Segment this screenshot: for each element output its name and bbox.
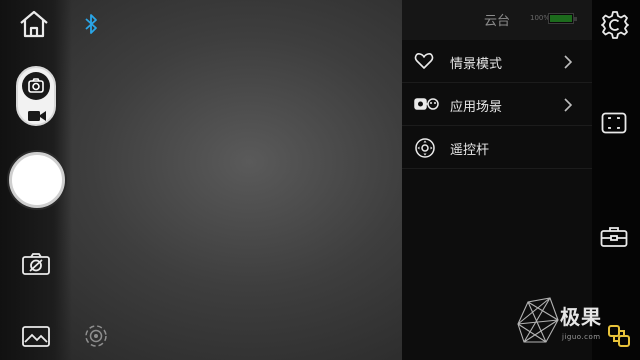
photo-mode-icon[interactable] [22, 72, 50, 100]
home-icon[interactable] [18, 10, 50, 38]
link-icon[interactable] [607, 324, 633, 348]
settings-gear-icon[interactable] [600, 10, 630, 40]
camera-gimbal-icon [414, 94, 440, 118]
battery-icon [548, 13, 577, 24]
photo-video-toggle[interactable] [16, 66, 56, 126]
video-mode-icon[interactable] [28, 107, 46, 126]
frame-icon[interactable] [601, 112, 627, 134]
gallery-icon[interactable] [21, 324, 51, 348]
bluetooth-icon[interactable] [84, 13, 98, 35]
menu-item-label: 情景模式 [450, 57, 503, 72]
shutter-button[interactable] [9, 152, 65, 208]
menu-item-joystick[interactable]: 遥控杆 [402, 127, 592, 169]
chevron-right-icon [564, 54, 573, 73]
menu-item-scene-mode[interactable]: 情景模式 [402, 41, 592, 83]
menu-item-label: 遥控杆 [450, 143, 490, 158]
watermark-subtext: jiguo.com [562, 333, 601, 341]
panel-title: 云台 [484, 14, 511, 29]
battery-level-fill [550, 15, 572, 22]
heart-icon [414, 51, 434, 75]
menu-item-application-scene[interactable]: 应用场景 [402, 84, 592, 126]
focus-target-icon[interactable] [84, 324, 108, 348]
joystick-icon [414, 137, 436, 163]
chevron-right-icon [564, 97, 573, 116]
toolbox-icon[interactable] [600, 226, 628, 248]
panel-header: 云台 100% [402, 0, 592, 40]
battery-percent: 100% [530, 14, 551, 22]
menu-item-label: 应用场景 [450, 100, 503, 115]
battery-cap [574, 17, 577, 21]
camera-off-icon[interactable] [21, 252, 51, 276]
watermark-text: 极果 [560, 305, 602, 329]
